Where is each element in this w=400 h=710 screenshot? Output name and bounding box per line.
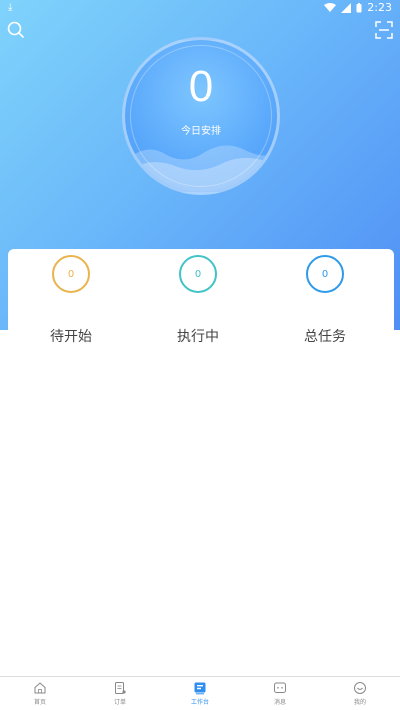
tab-profile-label: 我的 [353,699,366,706]
search-icon[interactable] [6,20,26,40]
message-icon [274,682,286,693]
tab-orders[interactable]: 订单 [80,677,160,710]
today-schedule-count: 0 [188,62,214,111]
tab-orders-label: 订单 [113,699,126,706]
signal-icon [341,2,352,13]
download-icon: ⤓ [8,2,13,13]
status-bar: ⤓ 2:23 [0,0,400,16]
wifi-icon [324,2,337,12]
home-icon [34,682,46,694]
battery-icon [356,2,362,12]
profile-icon [354,682,366,694]
pending-count-ring: 0 [52,255,90,293]
tab-workbench[interactable]: 工作台 [160,677,240,710]
bottom-tab-bar: 首页 订单 工作台 消息 我的 [0,676,400,710]
tab-profile[interactable]: 我的 [320,677,400,710]
tab-home[interactable]: 首页 [0,677,80,710]
tab-messages-label: 消息 [273,699,286,706]
in-progress-label: 执行中 [177,329,219,345]
task-stats-card: 0 待开始 0 执行中 0 总任务 [8,249,394,349]
stat-in-progress[interactable]: 0 执行中 [143,255,253,346]
today-schedule-dial[interactable]: 0 今日安排 [122,37,280,195]
workbench-icon [194,682,206,695]
stat-total[interactable]: 0 总任务 [270,255,380,346]
total-count-ring: 0 [306,255,344,293]
tab-messages[interactable]: 消息 [240,677,320,710]
scan-icon[interactable] [374,20,394,40]
pending-label: 待开始 [50,329,92,345]
status-time: 2:23 [367,1,392,14]
tab-home-label: 首页 [33,699,46,706]
in-progress-count-ring: 0 [179,255,217,293]
tab-workbench-label: 工作台 [190,699,209,706]
total-label: 总任务 [304,329,346,345]
order-icon [115,682,126,694]
wave-decoration [125,145,277,192]
stat-pending[interactable]: 0 待开始 [16,255,126,346]
